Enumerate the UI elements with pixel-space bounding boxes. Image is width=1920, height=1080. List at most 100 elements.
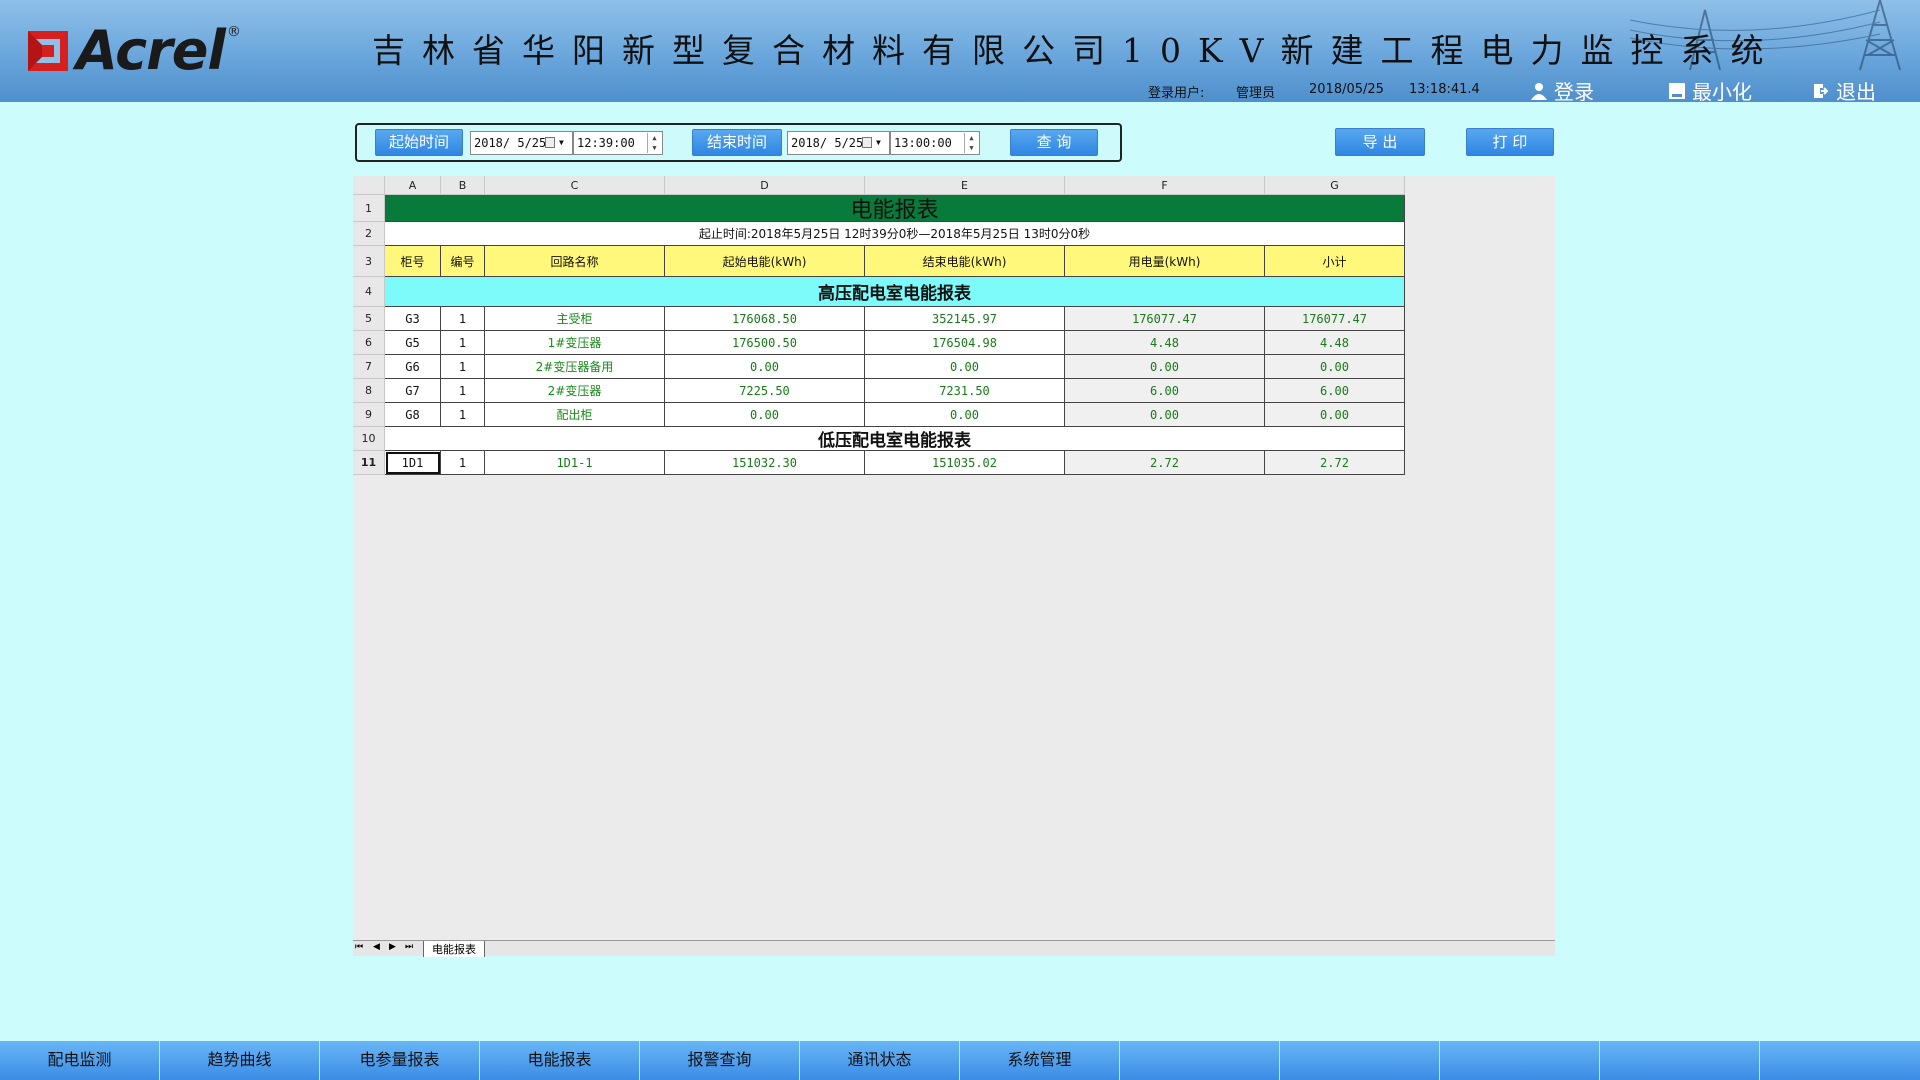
row-header[interactable]: 8 (353, 379, 385, 403)
nav-comm-status[interactable]: 通讯状态 (800, 1041, 960, 1080)
number-cell[interactable]: 1 (441, 355, 485, 379)
cabinet-cell[interactable]: G3 (385, 307, 441, 331)
circuit-cell[interactable]: 主受柜 (485, 307, 665, 331)
column-header[interactable]: G (1265, 176, 1405, 195)
nav-trend-curve[interactable]: 趋势曲线 (160, 1041, 320, 1080)
circuit-cell[interactable]: 1D1-1 (485, 451, 665, 475)
cabinet-cell[interactable]: G5 (385, 331, 441, 355)
nav-power-monitor[interactable]: 配电监测 (0, 1041, 160, 1080)
circuit-cell[interactable]: 2#变压器 (485, 379, 665, 403)
prev-sheet-icon[interactable]: ◀ (373, 942, 380, 952)
end-energy-cell[interactable]: 352145.97 (865, 307, 1065, 331)
exit-button[interactable]: 退出 (1812, 76, 1876, 102)
last-sheet-icon[interactable]: ⏭ (405, 942, 413, 952)
subtotal-cell[interactable]: 4.48 (1265, 331, 1405, 355)
usage-cell[interactable]: 176077.47 (1065, 307, 1265, 331)
chevron-down-icon[interactable]: ▼ (876, 132, 881, 154)
row-header[interactable]: 3 (353, 246, 385, 277)
subtotal-cell[interactable]: 0.00 (1265, 355, 1405, 379)
print-button[interactable]: 打 印 (1466, 128, 1554, 156)
chevron-down-icon[interactable]: ▼ (559, 132, 564, 154)
next-sheet-icon[interactable]: ▶ (389, 942, 396, 952)
number-cell[interactable]: 1 (441, 403, 485, 427)
end-energy-cell[interactable]: 176504.98 (865, 331, 1065, 355)
number-cell[interactable]: 1 (441, 331, 485, 355)
column-header[interactable]: D (665, 176, 865, 195)
search-button[interactable]: 查 询 (1010, 129, 1098, 156)
column-header[interactable]: A (385, 176, 441, 195)
login-button[interactable]: 登录 (1530, 76, 1594, 102)
circuit-cell[interactable]: 2#变压器备用 (485, 355, 665, 379)
column-header[interactable]: F (1065, 176, 1265, 195)
nav-empty[interactable] (1440, 1041, 1600, 1080)
subtotal-cell[interactable]: 0.00 (1265, 403, 1405, 427)
export-button[interactable]: 导 出 (1335, 128, 1425, 156)
header-cell[interactable]: 柜号 (385, 246, 441, 277)
end-energy-cell[interactable]: 7231.50 (865, 379, 1065, 403)
cabinet-cell[interactable]: G7 (385, 379, 441, 403)
start-energy-cell[interactable]: 151032.30 (665, 451, 865, 475)
nav-empty[interactable] (1600, 1041, 1760, 1080)
row-header[interactable]: 7 (353, 355, 385, 379)
time-spinner[interactable]: ▲ ▼ (964, 133, 978, 153)
column-header[interactable]: E (865, 176, 1065, 195)
row-header[interactable]: 2 (353, 222, 385, 246)
subtotal-cell[interactable]: 2.72 (1265, 451, 1405, 475)
first-sheet-icon[interactable]: ⏮ (355, 942, 363, 952)
column-header[interactable]: C (485, 176, 665, 195)
subtotal-cell[interactable]: 176077.47 (1265, 307, 1405, 331)
row-header[interactable]: 1 (353, 195, 385, 222)
nav-empty[interactable] (1280, 1041, 1440, 1080)
nav-empty[interactable] (1120, 1041, 1280, 1080)
start-time-input[interactable]: 12:39:00 ▲ ▼ (573, 131, 663, 155)
report-title[interactable]: 电能报表 (385, 195, 1405, 222)
start-energy-cell[interactable]: 176500.50 (665, 331, 865, 355)
end-energy-cell[interactable]: 0.00 (865, 355, 1065, 379)
start-energy-cell[interactable]: 7225.50 (665, 379, 865, 403)
cabinet-cell[interactable]: G8 (385, 403, 441, 427)
usage-cell[interactable]: 2.72 (1065, 451, 1265, 475)
header-cell[interactable]: 回路名称 (485, 246, 665, 277)
sheet-tab-energy-report[interactable]: 电能报表 (423, 941, 485, 957)
number-cell[interactable]: 1 (441, 379, 485, 403)
nav-empty[interactable] (1760, 1041, 1920, 1080)
row-header[interactable]: 11 (353, 451, 385, 475)
cabinet-cell-selected[interactable]: 1D1 (385, 451, 441, 475)
header-cell[interactable]: 用电量(kWh) (1065, 246, 1265, 277)
report-time-range[interactable]: 起止时间:2018年5月25日 12时39分0秒—2018年5月25日 13时0… (385, 222, 1405, 246)
subtotal-cell[interactable]: 6.00 (1265, 379, 1405, 403)
number-cell[interactable]: 1 (441, 451, 485, 475)
start-energy-cell[interactable]: 0.00 (665, 403, 865, 427)
section-high-voltage[interactable]: 高压配电室电能报表 (385, 277, 1405, 307)
end-time-input[interactable]: 13:00:00 ▲ ▼ (890, 131, 980, 155)
column-header[interactable]: B (441, 176, 485, 195)
minimize-button[interactable]: 最小化 (1668, 76, 1752, 102)
end-energy-cell[interactable]: 151035.02 (865, 451, 1065, 475)
cabinet-cell[interactable]: G6 (385, 355, 441, 379)
row-header[interactable]: 6 (353, 331, 385, 355)
circuit-cell[interactable]: 配出柜 (485, 403, 665, 427)
start-date-picker[interactable]: 2018/ 5/25 ▼ (470, 131, 573, 155)
usage-cell[interactable]: 6.00 (1065, 379, 1265, 403)
nav-system-management[interactable]: 系统管理 (960, 1041, 1120, 1080)
number-cell[interactable]: 1 (441, 307, 485, 331)
row-header[interactable]: 9 (353, 403, 385, 427)
usage-cell[interactable]: 0.00 (1065, 355, 1265, 379)
end-energy-cell[interactable]: 0.00 (865, 403, 1065, 427)
usage-cell[interactable]: 4.48 (1065, 331, 1265, 355)
header-cell[interactable]: 结束电能(kWh) (865, 246, 1065, 277)
start-energy-cell[interactable]: 176068.50 (665, 307, 865, 331)
row-header[interactable]: 4 (353, 277, 385, 307)
row-header[interactable]: 5 (353, 307, 385, 331)
nav-energy-report[interactable]: 电能报表 (480, 1041, 640, 1080)
row-header[interactable]: 10 (353, 427, 385, 451)
header-cell[interactable]: 起始电能(kWh) (665, 246, 865, 277)
time-spinner[interactable]: ▲ ▼ (647, 133, 661, 153)
usage-cell[interactable]: 0.00 (1065, 403, 1265, 427)
header-cell[interactable]: 小计 (1265, 246, 1405, 277)
circuit-cell[interactable]: 1#变压器 (485, 331, 665, 355)
nav-alarm-query[interactable]: 报警查询 (640, 1041, 800, 1080)
section-low-voltage[interactable]: 低压配电室电能报表 (385, 427, 1405, 451)
nav-electric-params-report[interactable]: 电参量报表 (320, 1041, 480, 1080)
header-cell[interactable]: 编号 (441, 246, 485, 277)
